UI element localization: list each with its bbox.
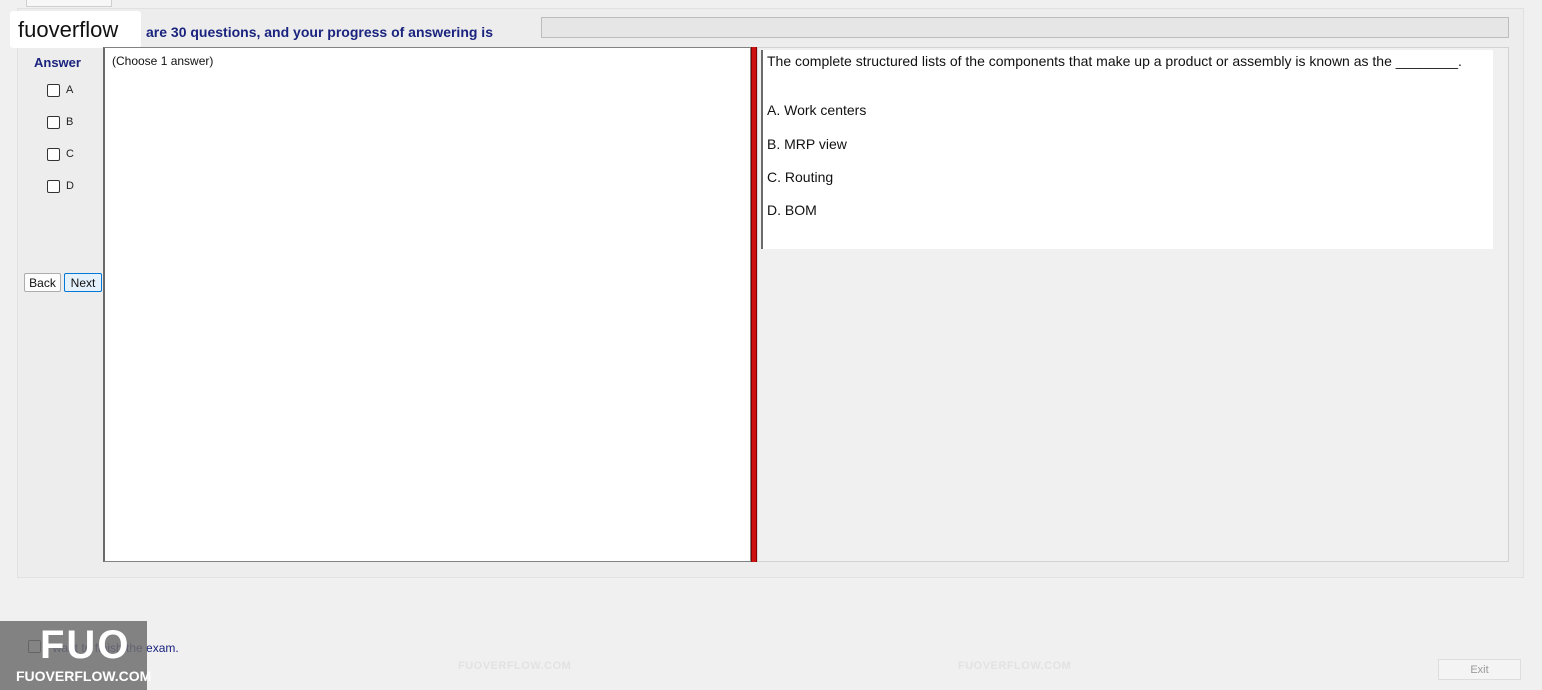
logo-badge: fuoverflow xyxy=(10,11,141,48)
question-choice-a: A. Work centers xyxy=(767,102,867,118)
fuo-logo: FUO FUOVERFLOW.COM xyxy=(0,621,151,690)
question-choice-c: C. Routing xyxy=(767,169,834,185)
option-a-checkbox[interactable] xyxy=(47,83,60,97)
choose-hint: (Choose 1 answer) xyxy=(112,54,214,68)
exit-button[interactable]: Exit xyxy=(1438,659,1521,680)
next-button[interactable]: Next xyxy=(64,273,102,292)
option-c[interactable]: C xyxy=(47,147,74,161)
watermark-text: FUOVERFLOW.COM xyxy=(958,660,1072,672)
watermark-text: FUOVERFLOW.COM xyxy=(458,660,572,672)
option-b[interactable]: B xyxy=(47,115,73,129)
question-panel: The complete structured lists of the com… xyxy=(757,47,1509,562)
fuo-logo-big: FUO xyxy=(40,623,131,667)
question-choice-d: D. BOM xyxy=(767,202,817,218)
option-d-label: D xyxy=(66,180,74,192)
option-a-label: A xyxy=(66,84,74,96)
exam-window: FUO FUO FUO FUO FUO FUOVERFLOW.COM FUOVE… xyxy=(0,0,1542,690)
question-choice-b: B. MRP view xyxy=(767,136,847,152)
option-c-checkbox[interactable] xyxy=(47,147,60,161)
option-a[interactable]: A xyxy=(47,83,73,97)
question-box: The complete structured lists of the com… xyxy=(761,50,1493,249)
option-d[interactable]: D xyxy=(47,179,74,193)
question-text: The complete structured lists of the com… xyxy=(767,53,1462,69)
back-button[interactable]: Back xyxy=(24,273,61,292)
top-tab[interactable] xyxy=(26,0,112,7)
option-b-label: B xyxy=(66,116,74,128)
option-d-checkbox[interactable] xyxy=(47,179,60,193)
answer-heading: Answer xyxy=(34,55,81,70)
progress-bar xyxy=(541,17,1509,38)
progress-text: are 30 questions, and your progress of a… xyxy=(146,24,493,40)
answer-panel[interactable]: (Choose 1 answer) xyxy=(103,47,751,562)
option-b-checkbox[interactable] xyxy=(47,115,60,129)
option-c-label: C xyxy=(66,148,74,160)
fuo-logo-small: FUOVERFLOW.COM xyxy=(16,668,152,684)
